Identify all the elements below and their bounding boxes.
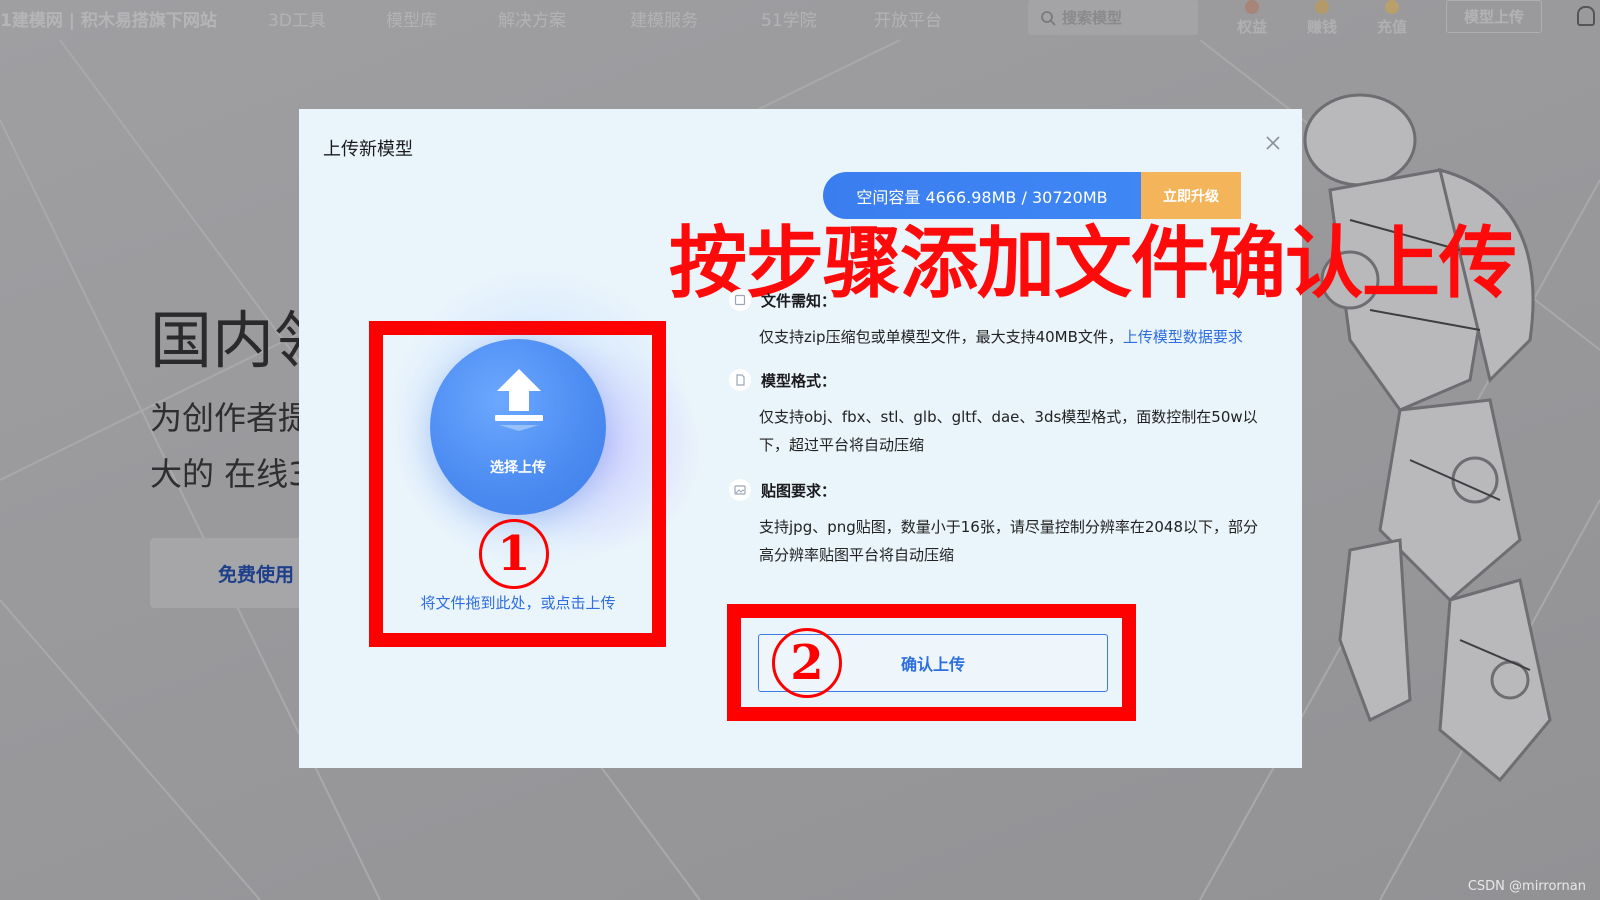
bell-icon[interactable]	[1577, 6, 1595, 26]
nav-item-solutions[interactable]: 解决方案	[498, 6, 566, 31]
requirement-file-notice: 文件需知： 仅支持zip压缩包或单模型文件，最大支持40MB文件，上传模型数据要…	[729, 289, 1261, 351]
requirement-texture: 贴图要求： 支持jpg、png贴图，数量小于16张，请尽量控制分辨率在2048以…	[729, 479, 1261, 569]
drag-drop-hint[interactable]: 将文件拖到此处，或点击上传	[383, 592, 653, 613]
free-use-button[interactable]: 免费使用	[150, 538, 320, 608]
requirement-title: 贴图要求：	[761, 481, 837, 500]
upgrade-button[interactable]: 立即升级	[1141, 172, 1241, 219]
coin-icon	[1315, 0, 1329, 14]
search-input[interactable]: 搜索模型	[1028, 0, 1198, 35]
recharge-link[interactable]: 充值	[1370, 0, 1414, 37]
requirement-title: 模型格式：	[761, 371, 837, 390]
storage-capacity-bar: 空间容量 4666.98MB / 30720MB 立即升级	[823, 172, 1241, 219]
upload-arrow-icon	[495, 369, 543, 431]
hero-subtitle-line1: 为创作者提	[150, 399, 311, 437]
search-icon	[1041, 10, 1056, 26]
benefits-link[interactable]: 权益	[1230, 0, 1274, 37]
earn-label: 赚钱	[1306, 18, 1337, 36]
robot-illustration	[1303, 93, 1552, 783]
nav-item-open-platform[interactable]: 开放平台	[874, 6, 942, 31]
close-icon[interactable]	[1263, 133, 1283, 153]
select-upload-label: 选择上传	[490, 460, 546, 476]
select-upload-button[interactable]: 选择上传	[430, 339, 606, 515]
nav-item-model-library[interactable]: 模型库	[386, 6, 437, 31]
hero-subtitle-line2: 大的 在线3	[150, 455, 309, 493]
site-brand[interactable]: 1建模网 | 积木易搭旗下网站	[0, 6, 217, 31]
image-icon	[729, 479, 751, 501]
requirement-text: 仅支持zip压缩包或单模型文件，最大支持40MB文件，上传模型数据要求	[759, 323, 1261, 351]
requirement-model-format: 模型格式： 仅支持obj、fbx、stl、glb、gltf、dae、3ds模型格…	[729, 369, 1261, 459]
nav-item-modeling-service[interactable]: 建模服务	[630, 6, 698, 31]
step-2-marker: 2	[772, 628, 842, 698]
recharge-label: 充值	[1376, 18, 1407, 36]
model-upload-button[interactable]: 模型上传	[1446, 0, 1542, 33]
document-icon	[729, 369, 751, 391]
gift-icon	[1385, 0, 1399, 14]
nav-item-3d-tools[interactable]: 3D工具	[268, 6, 326, 31]
earn-link[interactable]: 赚钱	[1300, 0, 1344, 37]
requirement-title: 文件需知：	[761, 291, 837, 310]
storage-capacity-text: 空间容量 4666.98MB / 30720MB	[823, 172, 1141, 219]
requirement-body: 支持jpg、png贴图，数量小于16张，请尽量控制分辨率在2048以下，部分高分…	[759, 518, 1259, 564]
upload-modal: 上传新模型 空间容量 4666.98MB / 30720MB 立即升级 选择上传…	[299, 109, 1517, 768]
requirement-body: 仅支持zip压缩包或单模型文件，最大支持40MB文件，	[759, 328, 1123, 346]
hero-subtitle: 为创作者提 大的 在线3	[150, 390, 310, 502]
file-icon	[729, 289, 751, 311]
search-placeholder: 搜索模型	[1062, 9, 1123, 27]
watermark: CSDN @mirrornan	[1467, 879, 1586, 894]
data-requirements-link[interactable]: 上传模型数据要求	[1123, 328, 1243, 346]
benefits-label: 权益	[1236, 18, 1267, 36]
requirement-body: 仅支持obj、fbx、stl、glb、gltf、dae、3ds模型格式，面数控制…	[759, 408, 1258, 454]
modal-title: 上传新模型	[323, 139, 413, 160]
top-navbar: 1建模网 | 积木易搭旗下网站 3D工具 模型库 解决方案 建模服务 51学院 …	[0, 0, 1600, 36]
step-1-marker: 1	[479, 519, 549, 589]
star-badge-icon	[1245, 0, 1259, 14]
nav-item-51-academy[interactable]: 51学院	[761, 6, 817, 31]
